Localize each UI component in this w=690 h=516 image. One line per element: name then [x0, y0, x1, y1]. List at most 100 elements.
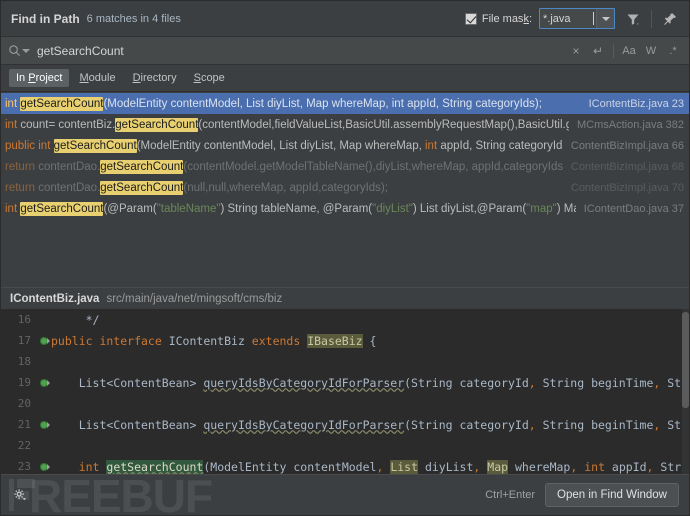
search-icon [8, 44, 21, 57]
code-line: 22 [1, 435, 689, 456]
implemented-gutter-icon[interactable] [37, 463, 51, 471]
implemented-gutter-icon[interactable] [37, 379, 51, 387]
match-highlight: getSearchCount [100, 181, 183, 195]
file-mask-combo[interactable]: *.java [539, 8, 615, 29]
search-result-row[interactable]: int getSearchCount(ModelEntity contentMo… [1, 93, 689, 114]
freebuf-watermark: REEBUF [29, 473, 212, 516]
search-result-row[interactable]: return contentDao.getSearchCount(null,nu… [1, 177, 689, 198]
implemented-gutter-icon[interactable] [37, 421, 51, 429]
line-number: 22 [1, 439, 37, 452]
search-bar[interactable]: getSearchCount × ↵ Aa W .* [1, 37, 689, 65]
search-results-list[interactable]: int getSearchCount(ModelEntity contentMo… [1, 92, 689, 248]
result-code-snippet: int count= contentBiz.getSearchCount(con… [5, 118, 569, 132]
result-code-snippet: int getSearchCount(ModelEntity contentMo… [5, 97, 542, 111]
line-number: 21 [1, 418, 37, 431]
line-number: 23 [1, 460, 37, 473]
words-icon[interactable]: W [641, 41, 661, 61]
code-line: 17 public interface IContentBiz extends I… [1, 330, 689, 351]
tab-in-project[interactable]: In Project [9, 69, 69, 87]
search-result-row[interactable]: int getSearchCount(@Param("tableName") S… [1, 198, 689, 219]
new-line-icon[interactable]: ↵ [588, 41, 608, 61]
match-case-icon[interactable]: Aa [619, 41, 639, 61]
code-preview[interactable]: 16 */ 17 public interface IContentBiz exte… [1, 309, 689, 474]
match-highlight: getSearchCount [100, 160, 183, 174]
titlebar-controls: File mask: *.java [465, 8, 681, 30]
line-number: 19 [1, 376, 37, 389]
implementation-marker-icon [40, 463, 48, 471]
match-highlight: getSearchCount [115, 118, 198, 132]
code-line: 19 List<ContentBean> queryIdsByCategoryI… [1, 372, 689, 393]
filter-button[interactable] [622, 8, 644, 30]
search-input[interactable]: getSearchCount [37, 44, 566, 58]
result-code-snippet: return contentDao.getSearchCount(null,nu… [5, 181, 388, 195]
code-scrollbar[interactable] [682, 309, 689, 474]
code-line: 23 int getSearchCount(ModelEntity conten… [1, 456, 689, 474]
pin-icon [663, 12, 677, 26]
file-mask-checkbox-group[interactable]: File mask: [465, 13, 532, 25]
code-line: 18 [1, 351, 689, 372]
dialog-titlebar: Find in Path 6 matches in 4 files File m… [1, 1, 689, 37]
line-number: 18 [1, 355, 37, 368]
code-text: List<ContentBean> queryIdsByCategoryIdFo… [51, 418, 689, 432]
code-text: int getSearchCount(ModelEntity contentMo… [51, 460, 689, 474]
code-line: 21 List<ContentBean> queryIdsByCategoryI… [1, 414, 689, 435]
clear-search-icon[interactable]: × [566, 41, 586, 61]
search-action-group: × ↵ Aa W .* [566, 41, 683, 61]
chevron-down-icon [602, 17, 610, 21]
scope-tabs: In Project Module Directory Scope [1, 65, 689, 92]
result-code-snippet: public int getSearchCount(ModelEntity co… [5, 139, 563, 153]
line-number: 17 [1, 334, 37, 347]
match-highlight: getSearchCount [20, 97, 103, 111]
code-text: */ [51, 313, 99, 327]
match-summary: 6 matches in 4 files [87, 13, 181, 25]
search-result-row[interactable]: public int getSearchCount(ModelEntity co… [1, 135, 689, 156]
implementation-marker-icon [40, 337, 48, 345]
implementation-marker-icon [40, 379, 48, 387]
match-highlight: getSearchCount [54, 139, 137, 153]
regex-icon[interactable]: .* [663, 41, 683, 61]
tab-directory[interactable]: Directory [126, 69, 184, 87]
result-file-location: IContentDao.java 37 [576, 203, 684, 215]
dialog-footer: REEBUF Ctrl+Enter Open in Find Window [1, 474, 689, 515]
filter-icon [626, 12, 640, 26]
preview-file-path: src/main/java/net/mingsoft/cms/biz [106, 293, 282, 305]
match-highlight: getSearchCount [106, 460, 203, 474]
toolbar-separator [651, 10, 652, 28]
line-number: 16 [1, 313, 37, 326]
search-history-chevron-icon[interactable] [22, 49, 30, 53]
file-mask-checkbox[interactable] [465, 13, 477, 25]
result-file-location: IContentBiz.java 23 [581, 98, 684, 110]
gear-icon [13, 488, 27, 502]
open-shortcut-hint: Ctrl+Enter [485, 489, 535, 501]
code-scrollbar-thumb[interactable] [682, 312, 689, 408]
file-mask-label: File mask: [482, 13, 532, 25]
implemented-gutter-icon[interactable] [37, 337, 51, 345]
footer-actions: Ctrl+Enter Open in Find Window [485, 483, 679, 507]
result-file-location: ContentBizImpl.java 70 [563, 182, 684, 194]
file-mask-input[interactable]: *.java [540, 9, 596, 28]
settings-button[interactable] [9, 484, 31, 506]
file-mask-dropdown-arrow[interactable] [596, 9, 614, 28]
usage-highlight: List [390, 460, 418, 474]
find-in-path-dialog: Find in Path 6 matches in 4 files File m… [0, 0, 690, 516]
result-file-location: MCmsAction.java 382 [569, 119, 684, 131]
search-result-row[interactable]: int count= contentBiz.getSearchCount(con… [1, 114, 689, 135]
implementation-marker-icon [40, 421, 48, 429]
usage-highlight: Map [487, 460, 508, 474]
result-file-location: ContentBizImpl.java 66 [563, 140, 684, 152]
search-result-row[interactable]: return contentDao.getSearchCount(content… [1, 156, 689, 177]
search-icon-group [8, 44, 30, 57]
result-code-snippet: return contentDao.getSearchCount(content… [5, 160, 563, 174]
open-in-find-window-button[interactable]: Open in Find Window [545, 483, 679, 507]
usage-highlight: IBaseBiz [307, 334, 362, 348]
pin-button[interactable] [659, 8, 681, 30]
preview-file-name: IContentBiz.java [10, 293, 99, 305]
code-line: 16 */ [1, 309, 689, 330]
tab-scope[interactable]: Scope [187, 69, 232, 87]
result-code-snippet: int getSearchCount(@Param("tableName") S… [5, 202, 576, 216]
code-text: public interface IContentBiz extends IBa… [51, 334, 376, 348]
preview-file-header: IContentBiz.java src/main/java/net/mings… [1, 287, 689, 309]
search-action-separator [613, 44, 614, 58]
match-highlight: getSearchCount [20, 202, 103, 216]
tab-module[interactable]: Module [72, 69, 122, 87]
